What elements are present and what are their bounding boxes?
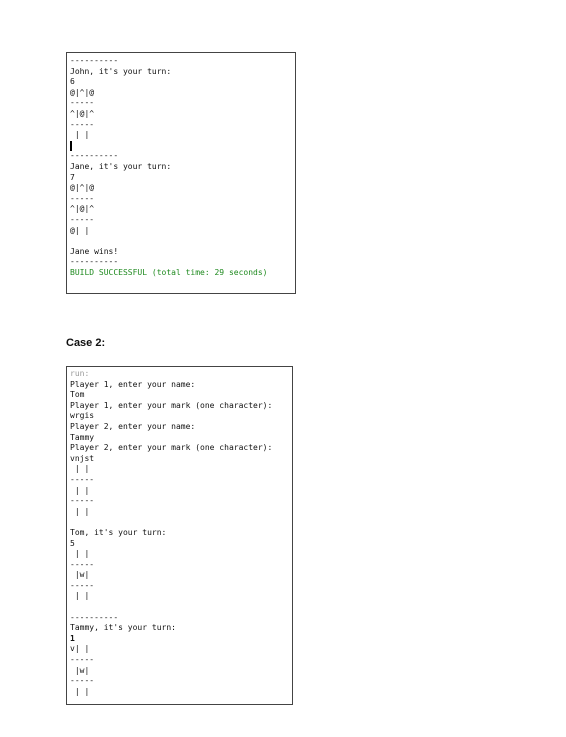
console-line: | | <box>70 686 90 696</box>
console-line: Tom, it's your turn: <box>70 527 167 537</box>
console-line: ^|@|^ <box>70 204 95 214</box>
console-line: Player 1, enter your mark (one character… <box>70 400 273 410</box>
console-line: v| | <box>70 644 90 654</box>
console-line: ----- <box>70 119 95 129</box>
build-status-line: BUILD SUCCESSFUL (total time: 29 seconds… <box>70 267 268 277</box>
console-line: Tammy, it's your turn: <box>70 623 176 633</box>
text-caret <box>70 140 72 151</box>
console-line: Player 1, enter your name: <box>70 379 196 389</box>
console-line: ---------- <box>70 56 119 65</box>
console-line: | | <box>70 549 90 559</box>
console-line: ---------- <box>70 612 119 622</box>
console-line: @|^|@ <box>70 183 95 193</box>
console-line: vnjst <box>70 453 95 463</box>
console-run-label: run: <box>70 369 90 378</box>
console-line: 1 <box>70 633 75 643</box>
console-line: | | <box>70 591 90 601</box>
console-line: Tom <box>70 390 85 400</box>
console-line: ----- <box>70 474 95 484</box>
console-line: |w| <box>70 665 90 675</box>
console-line: Jane, it's your turn: <box>70 161 172 171</box>
console-line: Jane wins! <box>70 246 119 256</box>
console-output-case-2: run: Player 1, enter your name: Tom Play… <box>66 366 293 705</box>
console-line: |w| <box>70 570 90 580</box>
console-line: ----- <box>70 98 95 108</box>
console-line: | | <box>70 506 90 516</box>
console-line: @| | <box>70 225 90 235</box>
console-line: ^|@|^ <box>70 108 95 118</box>
console-line: wrgis <box>70 411 95 421</box>
console-line: ----- <box>70 496 95 506</box>
console-line: ----- <box>70 214 95 224</box>
console-line: Player 2, enter your name: <box>70 421 196 431</box>
case-2-heading: Case 2: <box>66 337 106 349</box>
console-line: @|^|@ <box>70 87 95 97</box>
console-line: ----- <box>70 655 95 665</box>
console-line: 5 <box>70 538 75 548</box>
console-line: ---------- <box>70 257 119 267</box>
console-input-line[interactable] <box>70 140 292 152</box>
console-line: ----- <box>70 580 95 590</box>
console-line: ---------- <box>70 151 119 161</box>
console-line: | | <box>70 464 90 474</box>
console-line: 7 <box>70 172 75 182</box>
console-line: Tammy <box>70 432 95 442</box>
console-line: ----- <box>70 676 95 686</box>
console-line: John, it's your turn: <box>70 66 172 76</box>
console-line: ----- <box>70 193 95 203</box>
console-line: | | <box>70 485 90 495</box>
console-line: ----- <box>70 559 95 569</box>
console-line: | | <box>70 130 90 140</box>
console-line: Player 2, enter your mark (one character… <box>70 443 273 453</box>
console-output-case-1: ---------- John, it's your turn: 6 @|^|@… <box>66 52 296 294</box>
console-line: 6 <box>70 77 75 87</box>
